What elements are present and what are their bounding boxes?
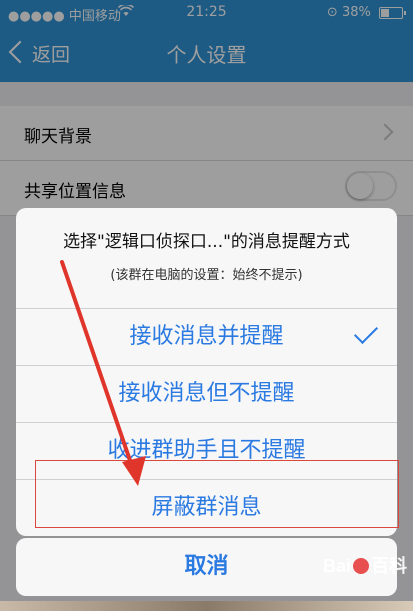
highlight-box bbox=[35, 460, 399, 528]
checkmark-icon bbox=[353, 319, 379, 345]
watermark-text-right: 百科 bbox=[371, 556, 407, 576]
screen: ●●●●● 中国移动 21:25 ⊙ 38% 返回 个人设置 聊天背景 共享位置… bbox=[0, 0, 413, 611]
watermark-text-left: Bai bbox=[322, 556, 351, 576]
watermark: Bai 百科 bbox=[323, 552, 407, 578]
background-strip bbox=[0, 601, 413, 611]
sheet-subtitle: (该群在电脑的设置：始终不提示) bbox=[110, 268, 303, 283]
paw-logo-icon bbox=[353, 558, 369, 574]
option-label: 接收消息但不提醒 bbox=[118, 381, 295, 406]
option-label: 接收消息并提醒 bbox=[129, 324, 284, 349]
sheet-header: 选择"逻辑口侦探口..."的消息提醒方式 (该群在电脑的设置：始终不提示) bbox=[16, 208, 397, 309]
sheet-title: 选择"逻辑口侦探口..."的消息提醒方式 bbox=[63, 232, 350, 252]
option-receive-and-notify[interactable]: 接收消息并提醒 bbox=[16, 309, 397, 366]
option-receive-no-notify[interactable]: 接收消息但不提醒 bbox=[16, 366, 397, 423]
cancel-label: 取消 bbox=[184, 554, 229, 579]
